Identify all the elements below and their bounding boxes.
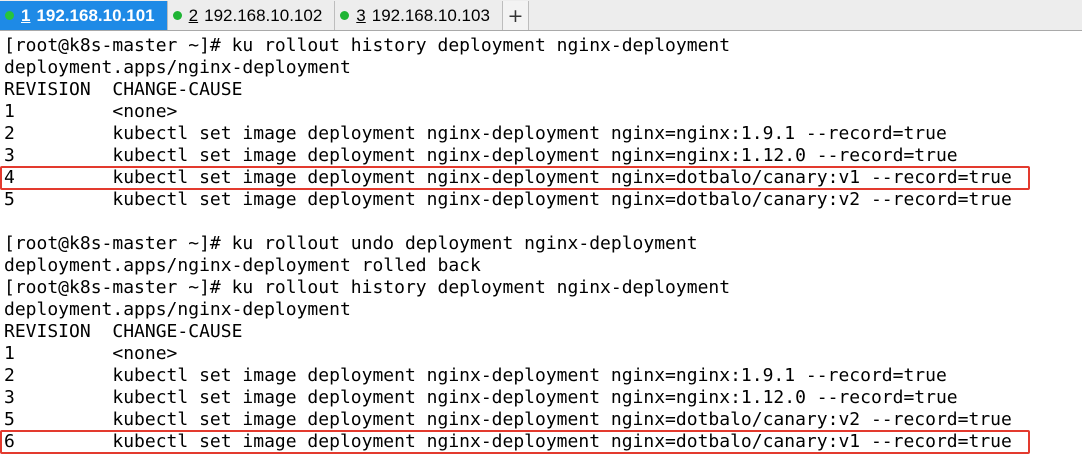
tab-label: 192.168.10.103 <box>371 5 490 25</box>
terminal-line: 3 kubectl set image deployment nginx-dep… <box>4 387 958 408</box>
terminal-output[interactable]: [root@k8s-master ~]# ku rollout history … <box>0 34 1082 467</box>
highlight-box <box>0 166 1030 190</box>
tab-label: 192.168.10.101 <box>36 5 155 25</box>
tab-number: 2 <box>188 5 199 25</box>
terminal-line: deployment.apps/nginx-deployment <box>4 299 351 320</box>
terminal-line: [root@k8s-master ~]# ku rollout undo dep… <box>4 233 698 254</box>
connected-status-icon <box>340 11 350 20</box>
tab-number: 3 <box>356 5 366 25</box>
terminal-line: deployment.apps/nginx-deployment <box>4 57 351 78</box>
add-tab-button[interactable]: + <box>502 1 529 30</box>
terminal-line: 1 <none> <box>4 343 178 364</box>
terminal-line: 5 kubectl set image deployment nginx-dep… <box>4 409 1012 430</box>
connected-status-icon <box>172 11 182 20</box>
session-tab-3[interactable]: 3 192.168.10.103 <box>335 1 503 30</box>
terminal-line: REVISION CHANGE-CAUSE <box>4 79 243 100</box>
session-tab-bar: 1 192.168.10.101 2 192.168.10.102 3 192.… <box>0 0 1082 31</box>
terminal-line: 2 kubectl set image deployment nginx-dep… <box>4 123 947 144</box>
terminal-line: deployment.apps/nginx-deployment rolled … <box>4 255 481 276</box>
terminal-line: 2 kubectl set image deployment nginx-dep… <box>4 365 947 386</box>
terminal-line: [root@k8s-master ~]# ku rollout history … <box>4 277 731 298</box>
terminal-line: 5 kubectl set image deployment nginx-dep… <box>4 189 1012 210</box>
terminal-line: 3 kubectl set image deployment nginx-dep… <box>4 145 958 166</box>
session-tab-1[interactable]: 1 192.168.10.101 <box>0 1 168 30</box>
terminal-line: REVISION CHANGE-CAUSE <box>4 321 243 342</box>
highlight-box <box>0 430 1030 454</box>
session-tab-2[interactable]: 2 192.168.10.102 <box>168 1 336 30</box>
tab-label: 192.168.10.102 <box>204 5 323 25</box>
terminal-line: 1 <none> <box>4 101 178 122</box>
tab-number: 1 <box>21 5 31 25</box>
terminal-line: [root@k8s-master ~]# ku rollout history … <box>4 35 731 56</box>
connected-status-icon <box>5 11 14 20</box>
